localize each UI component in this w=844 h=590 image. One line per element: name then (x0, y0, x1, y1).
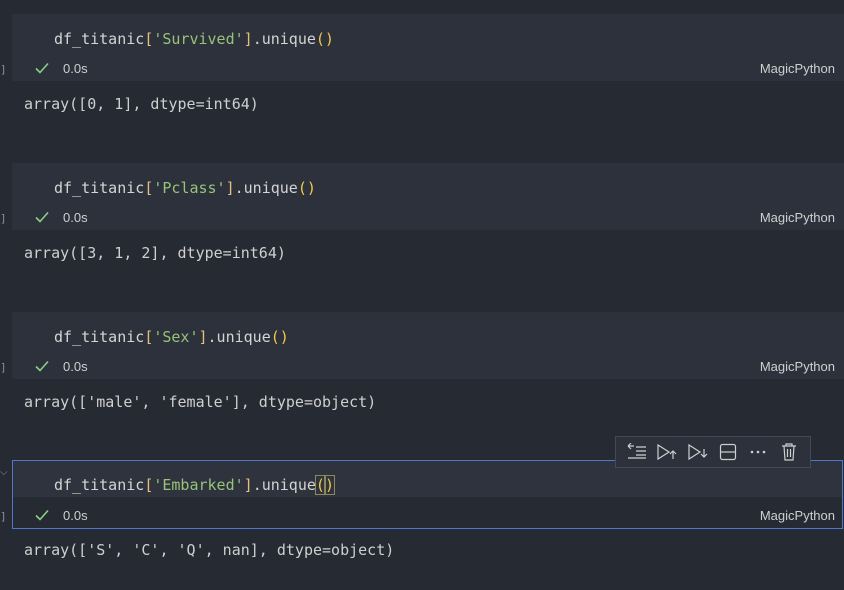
cell-status-bar: 0.0s MagicPython (12, 206, 844, 232)
string-literal: 'Survived' (153, 30, 244, 48)
cell-status-bar: 0.0s MagicPython (12, 504, 844, 530)
delete-cell-button[interactable] (777, 440, 801, 464)
more-icon (751, 450, 766, 454)
execution-marker: ] (0, 510, 7, 523)
execute-above-icon (627, 443, 647, 459)
split-cell-icon (720, 443, 737, 461)
execution-time: 0.0s (63, 359, 88, 374)
cell-output: array([3, 1, 2], dtype=int64) (24, 244, 286, 262)
cell-output: array(['S', 'C', 'Q', nan], dtype=object… (24, 541, 395, 559)
language-label[interactable]: MagicPython (760, 359, 835, 374)
matching-paren: ( (314, 475, 326, 495)
more-actions-button[interactable] (746, 440, 770, 464)
cell-toolbar (615, 436, 811, 468)
language-label[interactable]: MagicPython (760, 508, 835, 523)
text-cursor (333, 475, 335, 493)
cell-output: array(['male', 'female'], dtype=object) (24, 393, 377, 411)
string-literal: 'Pclass' (153, 179, 226, 197)
split-cell-button[interactable] (716, 440, 740, 464)
string-literal: 'Sex' (153, 328, 199, 346)
run-above-icon (657, 443, 677, 461)
language-label[interactable]: MagicPython (760, 210, 835, 225)
execution-marker: ] (0, 63, 7, 76)
run-below-button[interactable] (686, 440, 710, 464)
collapse-chevron-icon[interactable]: ⌵ (0, 467, 8, 478)
notebook: df_titanic['Survived'].unique() ] 0.0s M… (0, 0, 844, 590)
delete-icon (781, 443, 796, 461)
run-above-button[interactable] (655, 440, 679, 464)
check-icon (35, 211, 49, 223)
execution-time: 0.0s (63, 508, 88, 523)
execute-above-button[interactable] (625, 440, 649, 464)
matching-paren: ) (323, 475, 335, 495)
cell-status-bar: 0.0s MagicPython (12, 57, 844, 83)
check-icon (35, 509, 49, 521)
execution-time: 0.0s (63, 61, 88, 76)
code-line[interactable]: df_titanic['Pclass'].unique() (54, 178, 316, 198)
check-icon (35, 360, 49, 372)
code-line[interactable]: df_titanic['Sex'].unique() (54, 327, 289, 347)
check-icon (35, 62, 49, 74)
cell-status-bar: 0.0s MagicPython (12, 355, 844, 381)
run-below-icon (688, 443, 708, 461)
string-literal: 'Embarked' (153, 476, 244, 494)
execution-marker: ] (0, 212, 7, 225)
execution-marker: ] (0, 361, 7, 374)
language-label[interactable]: MagicPython (760, 61, 835, 76)
execution-time: 0.0s (63, 210, 88, 225)
code-line[interactable]: df_titanic['Embarked'].unique() (54, 475, 335, 495)
code-line[interactable]: df_titanic['Survived'].unique() (54, 29, 334, 49)
cell-output: array([0, 1], dtype=int64) (24, 95, 259, 113)
